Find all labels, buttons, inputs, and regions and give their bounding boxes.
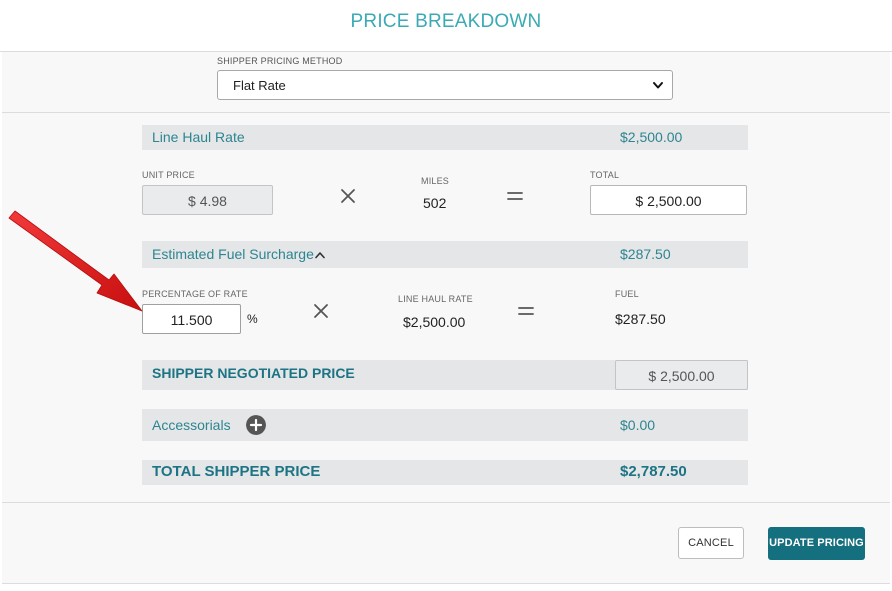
multiply-icon [341,189,355,203]
pricing-method-value: Flat Rate [233,78,286,93]
equals-icon [518,307,534,315]
fuel-value: $287.50 [615,311,666,327]
unit-price-field: $ 4.98 [142,185,273,215]
percent-sign: % [247,312,258,326]
equals-icon [507,192,523,200]
negotiated-price-field: $ 2,500.00 [615,360,748,390]
line-haul-label: Line Haul Rate [152,129,245,145]
multiply-icon [314,304,328,318]
fuel-surcharge-label: Estimated Fuel Surcharge [152,246,314,262]
chevron-down-icon [653,82,663,89]
modal-title: PRICE BREAKDOWN [350,11,542,32]
line-haul-rate-label: LINE HAUL RATE [398,294,473,304]
unit-price-value: $ 4.98 [188,193,227,209]
cancel-button[interactable]: CANCEL [678,527,744,559]
miles-value: 502 [423,195,447,211]
modal-header: PRICE BREAKDOWN [0,0,892,52]
unit-price-label: UNIT PRICE [142,170,195,180]
line-haul-row: Line Haul Rate $2,500.00 [142,125,748,150]
line-haul-rate-value: $2,500.00 [403,314,466,330]
percentage-of-rate-label: PERCENTAGE OF RATE [142,289,248,299]
modal-footer: CANCEL UPDATE PRICING [2,503,890,584]
total-label: TOTAL [590,170,620,180]
accessorials-label: Accessorials [152,417,231,433]
percentage-of-rate-input[interactable]: 11.500 [142,304,241,334]
accessorials-amount: $0.00 [620,417,656,433]
total-shipper-price-label: TOTAL SHIPPER PRICE [152,463,321,480]
line-haul-total-value: $ 2,500.00 [635,193,702,209]
chevron-up-icon[interactable] [314,249,326,261]
annotation-arrow [8,210,143,312]
pricing-method-label: SHIPPER PRICING METHOD [217,56,343,66]
update-pricing-button[interactable]: UPDATE PRICING [768,527,865,560]
fuel-label: FUEL [615,289,639,299]
fuel-surcharge-amount: $287.50 [620,246,671,262]
pricing-method-section: SHIPPER PRICING METHOD Flat Rate [2,52,890,113]
plus-circle-icon[interactable] [246,415,266,435]
total-shipper-price-row: TOTAL SHIPPER PRICE $2,787.50 [142,460,748,485]
total-shipper-price-amount: $2,787.50 [620,463,687,480]
negotiated-price-value: $ 2,500.00 [648,368,715,384]
accessorials-row: Accessorials $0.00 [142,409,748,441]
line-haul-total-input[interactable]: $ 2,500.00 [590,185,747,215]
negotiated-price-label: SHIPPER NEGOTIATED PRICE [152,365,355,381]
line-haul-amount: $2,500.00 [620,129,683,145]
miles-label: MILES [421,176,450,186]
fuel-surcharge-row[interactable]: Estimated Fuel Surcharge $287.50 [142,241,748,268]
pricing-method-select[interactable]: Flat Rate [217,70,673,100]
percentage-of-rate-value: 11.500 [170,312,213,328]
